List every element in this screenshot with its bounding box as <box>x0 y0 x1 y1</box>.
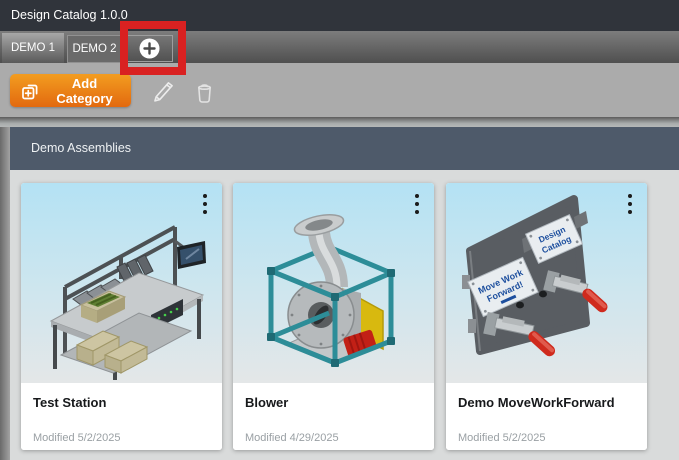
tab-demo-1[interactable]: DEMO 1 <box>2 33 64 63</box>
add-category-icon <box>20 81 40 101</box>
add-category-label: Add Category <box>48 76 121 106</box>
trash-icon <box>192 80 217 105</box>
pencil-icon <box>150 79 176 105</box>
card-modified-date: Modified 5/2/2025 <box>33 432 120 444</box>
app-window: Design Catalog 1.0.0 DEMO 1 DEMO 2 <box>0 0 679 460</box>
delete-button[interactable] <box>189 78 219 106</box>
kebab-menu-icon <box>414 193 420 215</box>
assembly-card-blower[interactable]: Blower Modified 4/29/2025 <box>233 183 434 450</box>
tab-bar: DEMO 1 DEMO 2 <box>0 31 679 63</box>
kebab-menu-icon <box>202 193 208 215</box>
card-thumbnail-blower <box>233 183 434 383</box>
left-margin-shadow <box>0 127 10 460</box>
category-panel: Demo Assemblies <box>10 127 679 460</box>
card-menu-button[interactable] <box>408 191 426 217</box>
card-menu-button[interactable] <box>621 191 639 217</box>
tab-demo-2[interactable]: DEMO 2 <box>67 35 122 63</box>
card-title: Demo MoveWorkForward <box>458 395 615 410</box>
add-category-button[interactable]: Add Category <box>10 74 131 107</box>
window-title: Design Catalog 1.0.0 <box>11 0 128 31</box>
card-menu-button[interactable] <box>196 191 214 217</box>
card-title: Blower <box>245 395 288 410</box>
edit-button[interactable] <box>148 78 178 106</box>
toolbar-shadow-strip <box>0 117 679 127</box>
card-thumbnail-moveworkforward: Move Work Forward! Design Catalog <box>446 183 647 383</box>
card-title: Test Station <box>33 395 106 410</box>
category-title: Demo Assemblies <box>31 127 131 170</box>
card-footer: Demo MoveWorkForward Modified 5/2/2025 <box>446 383 647 450</box>
card-modified-date: Modified 4/29/2025 <box>245 432 339 444</box>
card-modified-date: Modified 5/2/2025 <box>458 432 545 444</box>
assembly-card-demo-moveworkforward[interactable]: Move Work Forward! Design Catalog <box>446 183 647 450</box>
title-bar: Design Catalog 1.0.0 <box>0 0 679 31</box>
toolbar: Add Category <box>0 63 679 117</box>
kebab-menu-icon <box>627 193 633 215</box>
category-header: Demo Assemblies <box>10 127 679 170</box>
card-footer: Blower Modified 4/29/2025 <box>233 383 434 450</box>
annotation-highlight-rectangle <box>120 21 186 75</box>
card-footer: Test Station Modified 5/2/2025 <box>21 383 222 450</box>
assembly-card-test-station[interactable]: Test Station Modified 5/2/2025 <box>21 183 222 450</box>
card-thumbnail-test-station <box>21 183 222 383</box>
